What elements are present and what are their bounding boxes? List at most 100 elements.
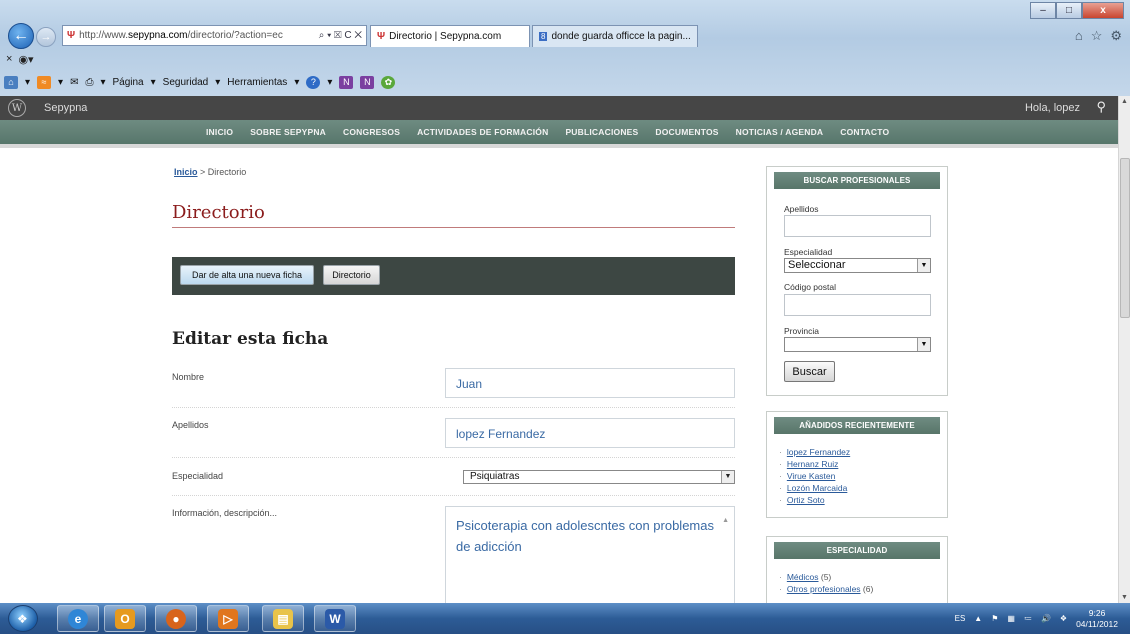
especialidad-search-selected: Seleccionar (788, 259, 846, 271)
nav-item-inicio[interactable]: INICIO (206, 127, 233, 137)
research-icon[interactable]: ✿ (381, 75, 396, 89)
help-icon[interactable]: ? (306, 75, 321, 89)
cp-search-input[interactable] (784, 294, 931, 316)
nav-item-actividades[interactable]: ACTIVIDADES DE FORMACIÓN (417, 127, 548, 137)
taskbar-media[interactable]: ▷ (207, 605, 249, 632)
minimize-button[interactable]: – (1030, 2, 1056, 19)
widget-title: AÑADIDOS RECIENTEMENTE (774, 417, 940, 434)
taskbar-firefox[interactable]: ● (155, 605, 197, 632)
info-textarea[interactable]: Psicoterapia con adolescntes con problem… (445, 506, 735, 603)
window-buttons: – □ x (1030, 2, 1124, 19)
tools-menu[interactable]: Herramientas (227, 77, 287, 88)
specialty-list: · Médicos (5) · Otros profesionales (6) (779, 571, 873, 595)
taskbar-outlook[interactable]: O (104, 605, 146, 632)
scrollbar-thumb[interactable] (1120, 158, 1130, 318)
tab-search[interactable]: 8 donde guarda officce la pagin... (532, 25, 698, 47)
antivirus-icon[interactable]: ❖ (1060, 614, 1067, 623)
nav-item-congresos[interactable]: CONGRESOS (343, 127, 400, 137)
settings-gear-icon[interactable]: ⚙ (1110, 28, 1122, 44)
maximize-button[interactable]: □ (1056, 2, 1082, 19)
favorites-star-icon[interactable]: ☆ (1091, 28, 1103, 44)
directory-button[interactable]: Directorio (323, 265, 380, 285)
recent-item[interactable]: · Ortiz Soto (779, 494, 850, 506)
nombre-field[interactable]: Juan (445, 368, 735, 398)
signal-icon[interactable]: ≔ (1024, 614, 1032, 623)
home-page-icon[interactable]: ⌂ (4, 75, 18, 89)
back-button[interactable]: ← (8, 23, 34, 49)
apellidos-field[interactable]: lopez Fernandez (445, 418, 735, 448)
widget-title: ESPECIALIDAD (774, 542, 940, 559)
search-icon[interactable]: ⚲ (1096, 99, 1106, 115)
clock[interactable]: 9:26 04/11/2012 (1076, 608, 1118, 630)
mail-icon[interactable]: ✉ (70, 77, 78, 88)
especialidad-search-select[interactable]: Seleccionar ▼ (784, 258, 931, 273)
address-tools-icons[interactable]: ⌕ ▾ ☒ C ✕ (315, 30, 366, 41)
provincia-search-select[interactable]: ▼ (784, 337, 931, 352)
forward-button[interactable]: → (36, 27, 56, 47)
taskbar-word[interactable]: W (314, 605, 356, 632)
onenote-icon[interactable]: N (339, 75, 354, 89)
tray-expand-icon[interactable]: ▲ (974, 614, 982, 623)
network-icon[interactable]: ▦ (1007, 614, 1015, 623)
close-window-button[interactable]: x (1082, 2, 1124, 19)
tab-directorio[interactable]: Ψ Directorio | Sepypna.com (370, 25, 530, 47)
nav-item-noticias[interactable]: NOTICIAS / AGENDA (736, 127, 824, 137)
specialty-item[interactable]: · Médicos (5) (779, 571, 873, 583)
media-player-icon: ▷ (218, 608, 238, 629)
field-divider (172, 407, 735, 408)
dropdown-icon[interactable]: ▾ (25, 77, 30, 88)
address-bar[interactable]: Ψ http://www.sepypna.com/directorio/?act… (62, 25, 367, 46)
textarea-scroll-up-icon[interactable]: ▲ (722, 510, 729, 531)
chevron-down-icon[interactable]: ▼ (917, 259, 930, 272)
dropdown-icon[interactable]: ▾ (294, 77, 299, 88)
dropdown-icon[interactable]: ▾ (327, 77, 332, 88)
close-bar-icon[interactable]: × (6, 53, 12, 65)
volume-icon[interactable]: 🔊 (1041, 614, 1051, 623)
especialidad-selected: Psiquiatras (470, 471, 520, 482)
addon-icon[interactable]: ◉▾ (18, 53, 33, 66)
field-divider (172, 457, 735, 458)
tab-label: donde guarda officce la pagin... (551, 31, 691, 42)
site-name-link[interactable]: Sepypna (44, 102, 87, 114)
dropdown-icon[interactable]: ▾ (215, 77, 220, 88)
nav-item-sobre-sepypna[interactable]: SOBRE SEPYPNA (250, 127, 326, 137)
rss-feed-icon[interactable]: ≈ (37, 75, 52, 89)
dropdown-icon[interactable]: ▾ (151, 77, 156, 88)
especialidad-select[interactable]: Psiquiatras ▼ (463, 470, 735, 484)
recent-item[interactable]: · Lozón Marcaida (779, 482, 850, 494)
action-center-flag-icon[interactable]: ⚑ (991, 614, 998, 623)
user-greeting[interactable]: Hola, lopez (1025, 102, 1080, 114)
recent-item[interactable]: · Hernanz Ruiz (779, 458, 850, 470)
language-indicator[interactable]: ES (955, 614, 966, 623)
dropdown-icon[interactable]: ▾ (58, 77, 63, 88)
scroll-up-icon[interactable]: ▲ (1121, 98, 1128, 105)
nav-item-publicaciones[interactable]: PUBLICACIONES (565, 127, 638, 137)
cp-search-label: Código postal (784, 282, 836, 292)
apellidos-search-input[interactable] (784, 215, 931, 237)
specialty-item[interactable]: · Otros profesionales (6) (779, 583, 873, 595)
firefox-icon: ● (166, 608, 186, 629)
chevron-down-icon[interactable]: ▼ (721, 471, 734, 483)
print-icon[interactable]: ⎙ (85, 77, 93, 88)
chevron-down-icon[interactable]: ▼ (917, 338, 930, 351)
breadcrumb-home-link[interactable]: Inicio (174, 167, 198, 177)
recent-item[interactable]: · Virue Kasten (779, 470, 850, 482)
apellidos-search-label: Apellidos (784, 204, 819, 214)
wordpress-logo-icon[interactable]: W (8, 99, 26, 117)
recent-item[interactable]: · lopez Fernandez (779, 446, 850, 458)
start-button[interactable]: ❖ (8, 605, 38, 632)
address-url[interactable]: http://www.sepypna.com/directorio/?actio… (79, 30, 315, 41)
nav-item-contacto[interactable]: CONTACTO (840, 127, 889, 137)
page-scrollbar[interactable]: ▲ ▼ (1118, 96, 1130, 603)
nav-item-documentos[interactable]: DOCUMENTOS (655, 127, 718, 137)
buscar-button[interactable]: Buscar (784, 361, 835, 382)
dropdown-icon[interactable]: ▾ (100, 77, 105, 88)
taskbar-explorer[interactable]: ▤ (262, 605, 304, 632)
new-entry-button[interactable]: Dar de alta una nueva ficha (180, 265, 314, 285)
taskbar-ie[interactable]: e (57, 605, 99, 632)
onenote-linked-icon[interactable]: N (360, 75, 375, 89)
scroll-down-icon[interactable]: ▼ (1121, 594, 1128, 601)
home-icon[interactable]: ⌂ (1075, 28, 1083, 44)
page-menu[interactable]: Página (112, 77, 143, 88)
safety-menu[interactable]: Seguridad (163, 77, 209, 88)
